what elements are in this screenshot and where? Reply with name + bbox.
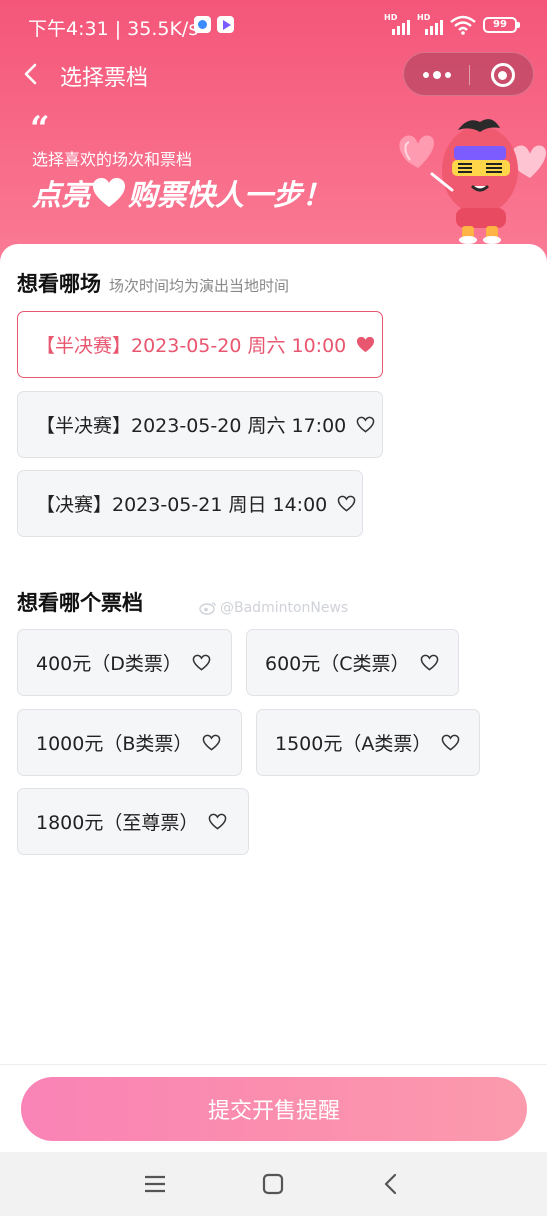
session-section-header: 想看哪场 场次时间均为演出当地时间 xyxy=(17,268,289,298)
heart-icon xyxy=(357,336,375,353)
session-section-title: 想看哪场 xyxy=(17,272,101,296)
session-option-3[interactable]: 【决赛】2023-05-21 周日 14:00 xyxy=(17,470,363,537)
heart-outline-icon xyxy=(442,734,460,751)
system-nav-bar xyxy=(0,1152,547,1216)
status-time: 下午4:31 | 35.5K/s xyxy=(28,18,199,40)
status-indicators: HD HD 99 xyxy=(384,13,520,35)
tier-option-label: 1800元（至尊票） xyxy=(36,812,199,834)
mini-program-capsule xyxy=(403,52,534,96)
signal-icon: HD xyxy=(417,13,443,35)
session-section-note: 场次时间均为演出当地时间 xyxy=(109,277,290,295)
back-arrow-icon[interactable] xyxy=(18,60,46,88)
session-option-2[interactable]: 【半决赛】2023-05-20 周六 17:00 xyxy=(17,391,383,458)
banner-slogan: 点亮 购票快人一步！ xyxy=(32,172,331,214)
nav-bar: 选择票档 xyxy=(0,52,547,98)
tier-option-c[interactable]: 600元（C类票） xyxy=(246,629,459,696)
selection-panel: 想看哪场 场次时间均为演出当地时间 【半决赛】2023-05-20 周六 10:… xyxy=(0,244,547,1064)
tier-option-a[interactable]: 1500元（A类票） xyxy=(256,709,480,776)
submit-reminder-button[interactable]: 提交开售提醒 xyxy=(21,1077,527,1141)
tier-option-label: 1000元（B类票） xyxy=(36,733,193,755)
heart-icon xyxy=(93,178,126,207)
session-option-1[interactable]: 【半决赛】2023-05-20 周六 10:00 xyxy=(17,311,383,378)
app-notification-icon xyxy=(194,16,211,33)
tier-option-label: 400元（D类票） xyxy=(36,653,182,675)
wifi-icon xyxy=(450,15,476,35)
tier-option-d[interactable]: 400元（D类票） xyxy=(17,629,232,696)
heart-outline-icon xyxy=(356,416,375,433)
menu-icon[interactable] xyxy=(137,1166,173,1202)
quote-mark: “ xyxy=(30,109,50,149)
mascot-illustration xyxy=(399,119,546,244)
tier-option-label: 1500元（A类票） xyxy=(275,733,432,755)
status-app-icons xyxy=(194,16,234,33)
heart-outline-icon xyxy=(203,734,221,751)
banner-subtitle: 选择喜欢的场次和票档 xyxy=(32,150,193,169)
slogan-after: 购票快人一步！ xyxy=(128,178,332,212)
heart-outline-icon xyxy=(337,495,356,512)
close-target-icon[interactable] xyxy=(470,53,535,97)
heart-outline-icon xyxy=(192,654,211,671)
footer-bar: 提交开售提醒 xyxy=(0,1064,547,1152)
play-notification-icon xyxy=(217,16,234,33)
tier-option-b[interactable]: 1000元（B类票） xyxy=(17,709,242,776)
signal-icon: HD xyxy=(384,13,410,35)
page-title: 选择票档 xyxy=(60,66,149,91)
slogan-before: 点亮 xyxy=(32,178,91,212)
tier-section-header: 想看哪个票档 xyxy=(17,587,143,617)
session-option-label: 【决赛】2023-05-21 周日 14:00 xyxy=(36,494,328,516)
back-chevron-icon[interactable] xyxy=(373,1166,409,1202)
session-option-label: 【半决赛】2023-05-20 周六 17:00 xyxy=(36,415,347,437)
header-banner: 下午4:31 | 35.5K/s HD HD 99 选择票档 “ 选择喜欢的场次… xyxy=(0,0,547,262)
battery-icon: 99 xyxy=(483,17,520,33)
watermark-text: @BadmintonNews xyxy=(220,600,349,616)
heart-outline-icon xyxy=(420,654,438,671)
watermark: @BadmintonNews xyxy=(199,600,348,616)
heart-outline-icon xyxy=(209,813,227,830)
more-dots-icon[interactable] xyxy=(404,53,469,97)
status-bar: 下午4:31 | 35.5K/s HD HD 99 xyxy=(0,0,547,52)
tier-section-title: 想看哪个票档 xyxy=(17,591,143,615)
weibo-logo-icon xyxy=(199,602,216,615)
session-option-label: 【半决赛】2023-05-20 周六 10:00 xyxy=(36,335,347,357)
tier-option-label: 600元（C类票） xyxy=(265,653,410,675)
tier-option-premium[interactable]: 1800元（至尊票） xyxy=(17,788,249,855)
home-square-icon[interactable] xyxy=(255,1166,291,1202)
